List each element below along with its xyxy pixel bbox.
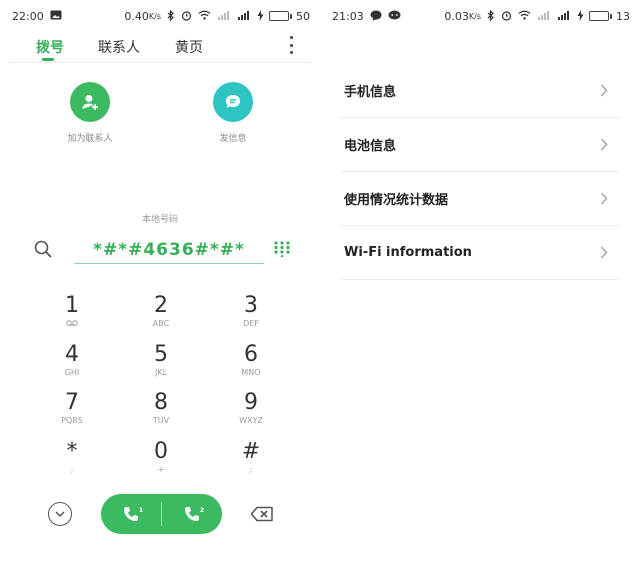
- tab-divider: [10, 62, 310, 63]
- add-contact-button[interactable]: 加为联系人: [40, 82, 140, 144]
- menu-item-phone-info[interactable]: 手机信息: [340, 64, 620, 118]
- keypad-toggle-icon[interactable]: [274, 241, 290, 261]
- key-5[interactable]: 5 JKL: [131, 343, 191, 378]
- menu-item-label: Wi-Fi information: [344, 245, 472, 260]
- backspace-button[interactable]: [250, 506, 274, 526]
- net-speed-unit: K/s: [148, 11, 161, 21]
- key-4[interactable]: 4 GHI: [42, 343, 102, 378]
- send-message-button[interactable]: 发信息: [183, 82, 283, 144]
- message-icon: [213, 82, 253, 122]
- key-2[interactable]: 2 ABC: [131, 294, 191, 329]
- backspace-icon: [250, 506, 273, 522]
- chat-icon: [370, 10, 382, 23]
- key-3[interactable]: 3 DEF: [221, 294, 281, 329]
- net-speed: 0.03: [444, 9, 469, 23]
- bluetooth-icon: [487, 9, 495, 23]
- menu-item-label: 使用情况统计数据: [344, 193, 449, 208]
- alarm-icon: [181, 10, 192, 23]
- voicemail-icon: [42, 319, 102, 329]
- wifi-icon: [198, 10, 211, 22]
- send-message-label: 发信息: [219, 134, 247, 144]
- battery-indicator: 13: [589, 10, 630, 23]
- key-hash[interactable]: #;: [221, 440, 281, 475]
- tab-dial[interactable]: 拨号: [36, 37, 64, 57]
- add-contact-label: 加为联系人: [67, 134, 113, 144]
- add-contact-icon: [70, 82, 110, 122]
- battery-percent: 50: [296, 9, 310, 23]
- call-sim1-button[interactable]: 1: [101, 494, 161, 534]
- menu-item-battery-info[interactable]: 电池信息: [340, 118, 620, 172]
- status-bar: 22:00 0.40 K/s 50: [0, 0, 320, 32]
- dialer-screen: 22:00 0.40 K/s 50 拨号 联系人 黄页 加为联系人 发信息 本地…: [0, 0, 320, 564]
- menu-item-label: 电池信息: [344, 139, 397, 154]
- signal-icon-sim1: [217, 10, 231, 22]
- chevron-right-icon: [600, 84, 608, 97]
- signal-icon-sim2: [557, 10, 571, 22]
- dial-number-input[interactable]: *#*#4636#*#*: [74, 236, 264, 264]
- menu-item-wifi-info[interactable]: Wi-Fi information: [340, 226, 620, 280]
- status-time: 22:00: [12, 9, 44, 23]
- key-7[interactable]: 7 PQRS: [42, 391, 102, 426]
- charging-icon: [257, 9, 264, 23]
- signal-icon-sim1: [537, 10, 551, 22]
- signal-icon-sim2: [237, 10, 251, 22]
- status-bar: 21:03 0.03 K/s 13: [320, 0, 640, 32]
- local-number-label: 本地号码: [141, 215, 178, 225]
- key-9[interactable]: 9 WXYZ: [221, 391, 281, 426]
- collapse-keypad-button[interactable]: [48, 502, 72, 526]
- call-buttons: 1 2: [101, 494, 222, 534]
- image-icon: [50, 10, 62, 22]
- menu-item-label: 手机信息: [344, 85, 397, 100]
- bluetooth-icon: [167, 9, 175, 23]
- chevron-down-icon: [55, 510, 65, 517]
- phone-icon: [185, 507, 199, 521]
- chevron-right-icon: [600, 246, 608, 259]
- menu-item-usage-stats[interactable]: 使用情况统计数据: [340, 172, 620, 226]
- chevron-right-icon: [600, 192, 608, 205]
- key-8[interactable]: 8 TUV: [131, 391, 191, 426]
- net-speed: 0.40: [124, 9, 149, 23]
- key-0[interactable]: 0 +: [131, 440, 191, 475]
- key-1[interactable]: 1: [42, 294, 102, 329]
- net-speed-unit: K/s: [468, 11, 481, 21]
- battery-indicator: 50: [269, 10, 310, 23]
- phone-icon: [124, 507, 138, 521]
- chevron-right-icon: [600, 138, 608, 151]
- active-tab-indicator: [42, 58, 54, 61]
- chat-bubbles-icon: [388, 10, 401, 23]
- tab-yellow-pages[interactable]: 黄页: [175, 37, 203, 57]
- key-star[interactable]: *,: [42, 440, 102, 475]
- tab-bar: 拨号 联系人 黄页: [0, 34, 320, 62]
- status-time: 21:03: [332, 9, 364, 23]
- key-6[interactable]: 6 MNO: [221, 343, 281, 378]
- battery-percent: 13: [616, 9, 630, 23]
- testing-menu-list: 手机信息 电池信息 使用情况统计数据 Wi-Fi information: [340, 64, 620, 280]
- wifi-icon: [518, 10, 531, 22]
- more-options-icon[interactable]: [288, 36, 294, 54]
- alarm-icon: [501, 10, 512, 23]
- testing-menu-screen: 21:03 0.03 K/s 13 手机信息 电池信息 使用情况统计数据 Wi-…: [320, 0, 640, 564]
- tab-contacts[interactable]: 联系人: [98, 37, 140, 57]
- call-sim2-button[interactable]: 2: [162, 494, 222, 534]
- charging-icon: [577, 9, 584, 23]
- search-icon[interactable]: [34, 240, 52, 262]
